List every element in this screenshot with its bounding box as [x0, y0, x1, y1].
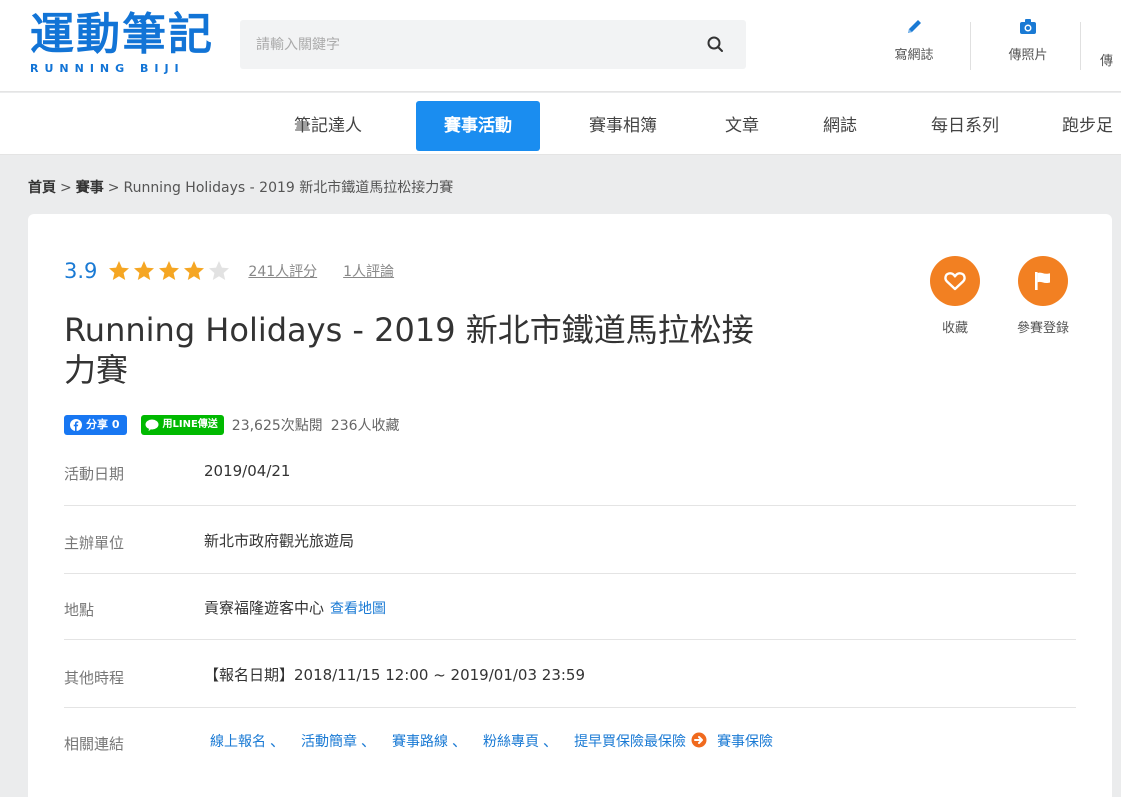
insurance-promo-link[interactable]: 提早買保險最保險: [574, 734, 686, 750]
schedule-label: 其他時程: [64, 669, 125, 687]
upload-label: 傳: [1100, 54, 1114, 69]
line-icon: [145, 419, 159, 431]
reviews-count-link[interactable]: 1人評論: [343, 261, 394, 281]
date-value: 2019/04/21: [204, 462, 291, 480]
line-share-label: 用LINE傳送: [162, 419, 218, 430]
nav-item-events[interactable]: 賽事活動: [416, 101, 540, 151]
info-row-location: 地點 貢寮福隆遊客中心 查看地圖: [64, 574, 1076, 640]
social-bar: 分享 0 用LINE傳送 23,625次點閱 236人收藏: [64, 414, 408, 436]
breadcrumb-events[interactable]: 賽事: [76, 180, 104, 196]
star-full-icon: [184, 261, 205, 280]
nav-item-event-albums[interactable]: 賽事相簿: [570, 101, 676, 151]
breadcrumb-separator: >: [107, 180, 120, 196]
nav-item-articles[interactable]: 文章: [714, 101, 770, 151]
search-box: [240, 20, 746, 69]
info-row-schedule: 其他時程 【報名日期】2018/11/15 12:00 ~ 2019/01/03…: [64, 640, 1076, 708]
nav-item-daily-series[interactable]: 每日系列: [910, 101, 1020, 151]
facebook-share-button[interactable]: 分享 0: [64, 415, 128, 435]
info-row-date: 活動日期 2019/04/21: [64, 438, 1076, 506]
favorite-label: 收藏: [941, 321, 968, 336]
write-blog-button[interactable]: 寫網誌: [874, 16, 954, 76]
link-separator: 、: [270, 732, 286, 750]
breadcrumb-home[interactable]: 首頁: [28, 180, 56, 196]
pencil-icon: [874, 16, 954, 38]
star-full-icon: [134, 261, 155, 280]
star-rating: [107, 259, 232, 283]
nav-item-blogs[interactable]: 網誌: [812, 101, 868, 151]
nav-item-running[interactable]: 跑步足: [1062, 101, 1121, 151]
header-divider: [970, 22, 971, 70]
register-button[interactable]: [1018, 256, 1068, 306]
star-empty-icon: [209, 261, 230, 280]
facebook-share-label: 分享 0: [86, 418, 120, 431]
ratings-count-link[interactable]: 241人評分: [248, 261, 317, 281]
link-separator: 、: [361, 732, 377, 750]
nav-item-experts[interactable]: 筆記達人: [280, 101, 376, 151]
main-nav: 筆記達人 賽事活動 賽事相簿 文章 網誌 每日系列 跑步足: [0, 93, 1121, 155]
star-full-icon: [159, 261, 180, 280]
links-label: 相關連結: [64, 735, 125, 753]
upload-photo-label: 傳照片: [1008, 48, 1048, 63]
flag-icon: [1035, 272, 1050, 290]
info-row-links: 相關連結 線上報名、活動簡章、賽事路線、粉絲專頁、提早買保險最保險 賽事保險: [64, 708, 1076, 774]
search-input[interactable]: [240, 20, 680, 69]
date-label: 活動日期: [64, 465, 125, 483]
event-rating: 3.9 241人評分 1人評論: [64, 258, 420, 284]
logo-main-text: 運動筆記: [30, 9, 214, 60]
event-brochure-link[interactable]: 活動簡章: [301, 734, 357, 750]
line-share-button[interactable]: 用LINE傳送: [141, 415, 224, 435]
breadcrumb: 首頁 > 賽事 > Running Holidays - 2019 新北市鐵道馬拉松接力…: [28, 177, 453, 197]
info-row-organizer: 主辦單位 新北市政府觀光旅遊局: [64, 506, 1076, 574]
race-route-link[interactable]: 賽事路線: [392, 734, 448, 750]
site-logo[interactable]: 運動筆記 RUNNING BIJI: [30, 12, 216, 76]
logo-sub-text: RUNNING BIJI: [30, 62, 185, 75]
view-count: 23,625次點閱: [231, 418, 323, 434]
event-title: Running Holidays - 2019 新北市鐵道馬拉松接力賽: [64, 311, 754, 389]
facebook-icon: [70, 419, 82, 431]
location-value: 貢寮福隆遊客中心 查看地圖: [204, 597, 386, 618]
site-header: 運動筆記 RUNNING BIJI 寫網誌 傳照片 傳: [0, 0, 1121, 92]
online-registration-link[interactable]: 線上報名: [210, 734, 266, 750]
upload-button[interactable]: 傳: [1080, 16, 1121, 76]
link-separator: 、: [543, 732, 559, 750]
location-label: 地點: [64, 601, 95, 619]
upload-photo-button[interactable]: 傳照片: [988, 16, 1068, 76]
breadcrumb-separator: >: [60, 180, 72, 196]
schedule-value: 【報名日期】2018/11/15 12:00 ~ 2019/01/03 23:5…: [204, 666, 586, 684]
fan-page-link[interactable]: 粉絲專頁: [483, 734, 539, 750]
related-links: 線上報名、活動簡章、賽事路線、粉絲專頁、提早買保險最保險 賽事保險: [204, 730, 773, 751]
rating-score: 3.9: [64, 259, 98, 283]
organizer-label: 主辦單位: [64, 534, 125, 552]
event-insurance-link[interactable]: 賽事保險: [717, 734, 773, 750]
register-label: 參賽登錄: [1016, 321, 1069, 336]
search-icon[interactable]: [706, 35, 726, 55]
favorite-button[interactable]: [930, 256, 980, 306]
favorite-count: 236人收藏: [330, 418, 400, 434]
arrow-circle-right-icon: [691, 732, 707, 748]
view-map-link[interactable]: 查看地圖: [330, 601, 386, 617]
organizer-value: 新北市政府觀光旅遊局: [204, 532, 355, 550]
write-blog-label: 寫網誌: [894, 48, 934, 63]
breadcrumb-current: Running Holidays - 2019 新北市鐵道馬拉松接力賽: [123, 180, 454, 196]
heart-icon: [944, 272, 966, 291]
event-card: 3.9 241人評分 1人評論 Running Holidays - 2019 …: [28, 214, 1112, 797]
camera-icon: [988, 16, 1068, 38]
location-text: 貢寮福隆遊客中心: [204, 599, 325, 617]
star-full-icon: [109, 261, 130, 280]
link-separator: 、: [452, 732, 468, 750]
